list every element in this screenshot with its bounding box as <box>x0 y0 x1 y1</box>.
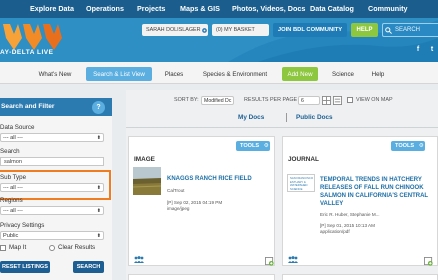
join-community-button[interactable]: JOIN BDL COMMUNITY <box>273 23 347 37</box>
tab-help[interactable]: Help <box>364 67 392 81</box>
twitter-icon[interactable]: t <box>428 46 436 54</box>
card-thumbnail-field[interactable] <box>133 167 161 195</box>
tab-places[interactable]: Places <box>158 67 190 81</box>
clear-results-radio[interactable] <box>49 245 55 251</box>
map-it-checkbox[interactable] <box>0 245 6 251</box>
result-card-next[interactable] <box>128 274 275 280</box>
docs-tab-divider <box>286 113 287 122</box>
regions-label: Regions <box>0 197 23 204</box>
privacy-select[interactable]: Public ⬍ <box>0 231 104 240</box>
result-card-next[interactable] <box>282 274 438 280</box>
nav-operations[interactable]: Operations <box>86 4 124 13</box>
user-menu[interactable]: SARAH DOLISLAGER <box>142 24 208 36</box>
community-icon <box>134 256 144 263</box>
data-source-label: Data Source <box>0 124 35 131</box>
data-source-value: --- all --- <box>3 135 23 141</box>
tools-button[interactable]: TOOLS ⚙ <box>391 141 425 151</box>
sort-by-label: SORT BY: <box>174 97 199 103</box>
sort-value: Modified Dc <box>204 98 232 104</box>
privacy-label: Privacy Settings <box>0 222 45 229</box>
docs-tab-underline <box>126 127 438 128</box>
view-on-map-checkbox[interactable] <box>347 97 353 103</box>
nav-photos-videos-docs[interactable]: Photos, Videos, Docs <box>232 4 305 13</box>
logo-text: AY-DELTA LIVE <box>0 49 54 56</box>
gear-icon: ⚙ <box>263 143 269 149</box>
tab-search-list-view[interactable]: Search & List View <box>86 67 152 81</box>
facebook-icon[interactable]: f <box>414 46 422 54</box>
view-on-map-label: VIEW ON MAP <box>356 97 393 103</box>
card-type-label: JOURNAL <box>288 156 319 163</box>
chevron-updown-icon: ⬍ <box>96 233 101 239</box>
gear-icon: ⚙ <box>418 143 424 149</box>
nav-data-catalog[interactable]: Data Catalog <box>310 4 354 13</box>
card-title-link[interactable]: KNAGGS RANCH RICE FIELD <box>167 175 273 183</box>
search-button[interactable]: SEARCH <box>73 261 104 273</box>
map-it-label: Map It <box>9 244 27 251</box>
tab-add-new[interactable]: Add New <box>282 67 318 81</box>
community-icon <box>288 256 298 263</box>
journal-cover-thumbnail[interactable]: SAN FRANCISCO ESTUARY & WATERSHED SCIENC… <box>287 174 315 192</box>
tab-species-environment[interactable]: Species & Environment <box>196 67 274 81</box>
sub-type-label: Sub Type <box>0 174 27 181</box>
top-navigation: Explore Data Operations Projects Maps & … <box>0 0 438 18</box>
help-question-icon[interactable]: ? <box>92 101 105 114</box>
results-per-page-label: RESULTS PER PAGE <box>244 97 298 103</box>
tab-whats-new[interactable]: What's New <box>34 67 76 81</box>
card-date: [P] Sep 02, 2015 04:19 PM <box>167 200 223 205</box>
card-type-label: IMAGE <box>134 156 155 163</box>
sub-type-value: --- all --- <box>3 185 23 191</box>
gear-icon[interactable] <box>201 27 208 34</box>
nav-community[interactable]: Community <box>368 4 408 13</box>
search-icon <box>385 27 392 34</box>
nav-explore-data[interactable]: Explore Data <box>30 4 74 13</box>
card-mime-type: application/pdf <box>320 229 350 234</box>
tools-label: TOOLS <box>240 143 260 149</box>
add-to-basket-icon[interactable] <box>265 257 274 266</box>
my-basket-button[interactable]: (0) MY BASKET <box>212 24 269 36</box>
public-docs-tab[interactable]: Public Docs <box>296 114 333 121</box>
help-button[interactable]: HELP <box>351 23 378 37</box>
list-view-icon[interactable] <box>333 96 342 105</box>
search-keyword-input[interactable]: salmon <box>0 157 104 166</box>
grid-view-icon[interactable] <box>322 96 331 105</box>
nav-maps-gis[interactable]: Maps & GIS <box>180 4 220 13</box>
chevron-updown-icon: ⬍ <box>96 208 101 214</box>
card-author: CalTrout <box>167 188 185 193</box>
card-author: Eric R. Huber, Stephanie M... <box>320 212 380 217</box>
per-page-value: 6 <box>301 98 304 104</box>
tools-label: TOOLS <box>395 143 415 149</box>
clear-results-label: Clear Results <box>58 244 96 251</box>
add-to-basket-icon[interactable] <box>424 257 433 266</box>
section-tabs: What's New Search & List View Places Spe… <box>0 62 438 84</box>
card-title-link[interactable]: TEMPORAL TRENDS IN HATCHERY RELEASES OF … <box>320 176 436 208</box>
chevron-updown-icon: ⬍ <box>96 185 101 191</box>
my-docs-tab[interactable]: My Docs <box>238 114 264 121</box>
tools-button[interactable]: TOOLS ⚙ <box>236 141 270 151</box>
tab-science[interactable]: Science <box>326 67 360 81</box>
sub-type-select[interactable]: --- all --- ⬍ <box>0 183 104 192</box>
nav-projects[interactable]: Projects <box>137 4 165 13</box>
search-label: Search <box>0 148 20 155</box>
per-page-select[interactable]: 6 <box>298 96 320 105</box>
chevron-updown-icon: ⬍ <box>96 135 101 141</box>
card-mime-type: image/jpeg <box>167 206 190 211</box>
sort-select[interactable]: Modified Dc <box>201 96 234 105</box>
privacy-value: Public <box>3 233 19 239</box>
regions-value: --- all --- <box>3 208 23 214</box>
data-source-select[interactable]: --- all --- ⬍ <box>0 133 104 142</box>
card-date: [P] Sep 01, 2015 10:13 AM <box>320 223 375 228</box>
regions-select[interactable]: --- all --- ⬍ <box>0 206 104 215</box>
reset-listings-button[interactable]: RESET LISTINGS <box>0 261 50 273</box>
